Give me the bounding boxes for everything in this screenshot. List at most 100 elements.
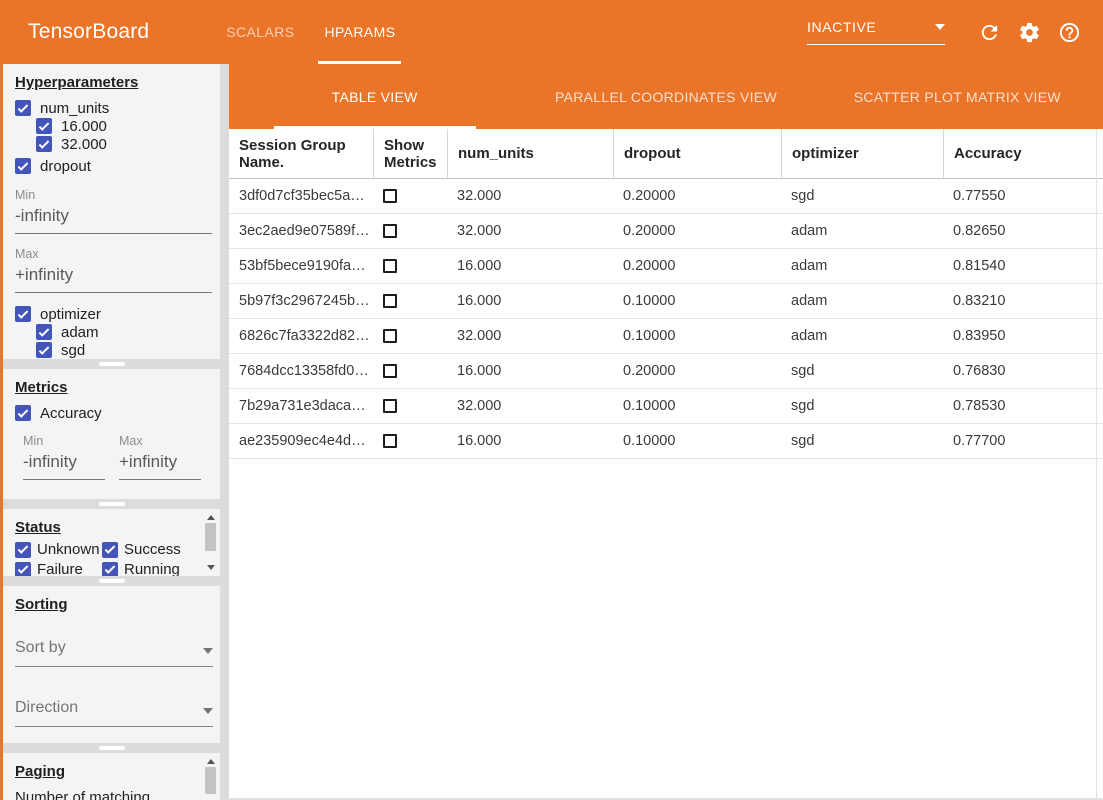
table-row[interactable]: ae235909ec4e4d… 16.000 0.10000 sgd 0.777… [229,424,1103,459]
min-label: Min [23,434,105,448]
show-metrics-checkbox[interactable] [383,399,397,413]
table-row[interactable]: 7684dcc13358fd0… 16.000 0.20000 sgd 0.76… [229,354,1103,389]
hparam-min-field: Min [15,188,212,234]
accuracy-value: 0.78530 [943,389,1103,423]
check-icon [39,120,50,131]
num-units-value: 32.000 [447,389,613,423]
status-failure-checkbox[interactable] [15,562,31,577]
optimizer-value: adam [781,214,943,248]
tab-parallel-coordinates-view[interactable]: PARALLEL COORDINATES VIEW [520,64,811,129]
table-row[interactable]: 6826c7fa3322d82… 32.000 0.10000 adam 0.8… [229,319,1103,354]
refresh-icon[interactable] [978,21,1001,44]
panel-resize-handle[interactable] [99,746,125,750]
scroll-up-icon[interactable] [207,515,215,520]
num-units-16-checkbox[interactable] [36,118,52,134]
show-metrics-checkbox[interactable] [383,224,397,238]
metric-min-input[interactable] [23,448,105,480]
table-row[interactable]: 3df0d7cf35bec5a… 32.000 0.20000 sgd 0.77… [229,179,1103,214]
panel-resize-handle[interactable] [99,579,125,583]
gear-icon[interactable] [1018,21,1041,44]
show-metrics-checkbox[interactable] [383,434,397,448]
tab-hparams[interactable]: HPARAMS [309,0,410,64]
optimizer-value: sgd [781,389,943,423]
accuracy-checkbox[interactable] [15,405,31,421]
hparam-min-input[interactable] [15,202,212,234]
optimizer-sgd-checkbox[interactable] [36,342,52,358]
show-metrics-checkbox[interactable] [383,189,397,203]
show-metrics-checkbox[interactable] [383,329,397,343]
status-panel: Status Unknown Success Failure Running [3,509,220,576]
hparam-max-input[interactable] [15,261,212,293]
table-header-row: Session Group Name. Show Metrics num_uni… [229,129,1103,179]
table-row[interactable]: 5b97f3c2967245b… 16.000 0.10000 adam 0.8… [229,284,1103,319]
optimizer-value-row: sgd [36,341,220,359]
session-group-name: 5b97f3c2967245b… [229,284,373,318]
check-icon [18,102,29,113]
scroll-down-icon[interactable] [207,565,215,570]
hparam-num-units-row: num_units [15,99,220,117]
session-group-name: 53bf5bece9190fa… [229,249,373,283]
view-tabs: TABLE VIEW PARALLEL COORDINATES VIEW SCA… [229,64,1103,129]
status-unknown-checkbox[interactable] [15,542,31,558]
accuracy-value: 0.77550 [943,179,1103,213]
table-row[interactable]: 3ec2aed9e07589f… 32.000 0.20000 adam 0.8… [229,214,1103,249]
show-metrics-checkbox[interactable] [383,259,397,273]
tab-scatter-plot-matrix-view[interactable]: SCATTER PLOT MATRIX VIEW [812,64,1103,129]
status-scrollbar[interactable] [204,515,217,570]
metric-max-field: Max [119,434,201,480]
metric-accuracy-row: Accuracy [15,404,220,422]
dropout-checkbox[interactable] [15,158,31,174]
metric-max-input[interactable] [119,448,201,480]
max-label: Max [119,434,201,448]
num-units-32-label: 32.000 [61,136,107,153]
tab-scalars[interactable]: SCALARS [211,0,309,64]
optimizer-value: sgd [781,179,943,213]
scrollbar-thumb[interactable] [205,767,216,794]
show-metrics-checkbox[interactable] [383,364,397,378]
sort-by-select[interactable]: Sort by [15,639,213,667]
table-row[interactable]: 53bf5bece9190fa… 16.000 0.20000 adam 0.8… [229,249,1103,284]
tab-table-view[interactable]: TABLE VIEW [229,64,520,129]
help-circle-icon[interactable] [1058,21,1081,44]
accuracy-value: 0.82650 [943,214,1103,248]
num-units-value: 16.000 [447,354,613,388]
optimizer-value: sgd [781,424,943,458]
direction-value: Direction [15,699,78,717]
scroll-up-icon[interactable] [207,759,215,764]
optimizer-value: adam [781,249,943,283]
session-group-name: 7684dcc13358fd0… [229,354,373,388]
check-icon [18,160,29,171]
table-row[interactable]: 7b29a731e3daca… 32.000 0.10000 sgd 0.785… [229,389,1103,424]
num-units-value: 32.000 [447,214,613,248]
session-group-table: Session Group Name. Show Metrics num_uni… [229,129,1103,459]
num-units-label: num_units [40,100,109,117]
show-metrics-checkbox[interactable] [383,294,397,308]
col-dropout: dropout [613,129,781,178]
dashboard-tabs: SCALARS HPARAMS [211,0,410,64]
run-status-dropdown[interactable]: INACTIVE [807,19,945,45]
check-icon [18,543,29,554]
scrollbar-thumb[interactable] [205,523,216,551]
hyperparameters-heading: Hyperparameters [15,74,220,91]
table-scrollbar[interactable] [1096,129,1097,798]
main-content: TABLE VIEW PARALLEL COORDINATES VIEW SCA… [229,64,1103,800]
panel-resize-handle[interactable] [99,502,125,506]
num-units-checkbox[interactable] [15,100,31,116]
check-icon [105,563,116,574]
status-success-checkbox[interactable] [102,542,118,558]
accuracy-value: 0.83210 [943,284,1103,318]
panel-resize-handle[interactable] [99,362,125,366]
num-units-32-checkbox[interactable] [36,136,52,152]
status-running-checkbox[interactable] [102,562,118,577]
accuracy-value: 0.81540 [943,249,1103,283]
dropout-label: dropout [40,158,91,175]
session-group-name: 7b29a731e3daca… [229,389,373,423]
status-unknown-label: Unknown [37,541,100,558]
optimizer-adam-checkbox[interactable] [36,324,52,340]
direction-select[interactable]: Direction [15,699,213,727]
optimizer-value: adam [781,284,943,318]
optimizer-label: optimizer [40,306,101,323]
optimizer-checkbox[interactable] [15,306,31,322]
caret-down-icon [935,24,945,30]
paging-scrollbar[interactable] [204,759,217,794]
